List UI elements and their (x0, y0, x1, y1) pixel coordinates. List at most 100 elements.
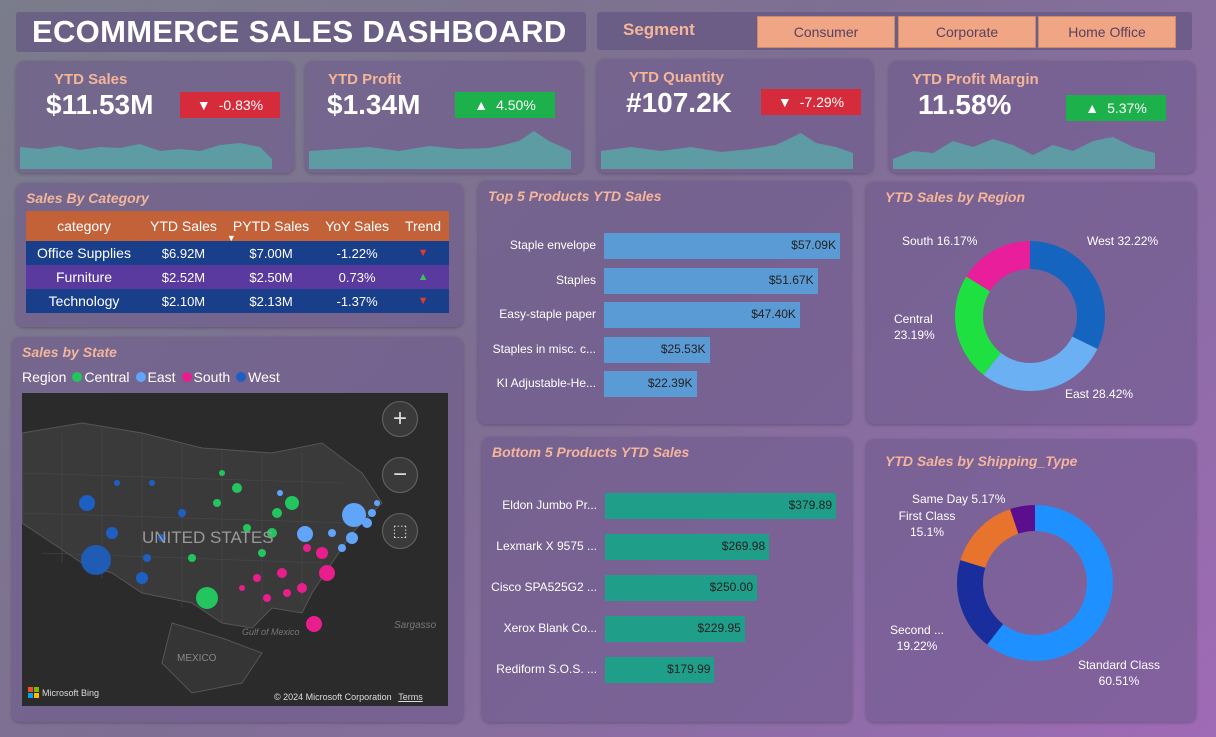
bar-row[interactable]: Staple envelope $57.09K (478, 233, 851, 259)
segment-home-office-button[interactable]: Home Office (1038, 16, 1176, 48)
bar-row[interactable]: Eldon Jumbo Pr... $379.89 (482, 493, 852, 519)
map-label-gulf: Gulf of Mexico (242, 627, 300, 637)
bar-value-label: $250.00 (709, 580, 754, 594)
arrow-up-icon: ▲ (474, 97, 489, 113)
kpi-value: #107.2K (626, 87, 732, 118)
segment-slicer: Segment Consumer Corporate Home Office (597, 12, 1192, 50)
label-standard-class: Standard Class 60.51% (1077, 658, 1161, 688)
bar[interactable]: $250.00 (605, 575, 758, 601)
map-zoom-in-button[interactable]: + (382, 401, 418, 437)
segment-consumer-button[interactable]: Consumer (757, 16, 895, 48)
label-central: Central 23.19% (894, 312, 935, 342)
sparkline (20, 143, 272, 169)
bar-row[interactable]: Rediform S.O.S. ... $179.99 (482, 657, 852, 683)
table-header-row: category YTD Sales PYTD Sales ▼ YoY Sales… (26, 211, 450, 243)
bar[interactable]: $229.95 (605, 616, 745, 642)
category-table: category YTD Sales PYTD Sales ▼ YoY Sales… (26, 211, 450, 313)
column-header-sorted[interactable]: PYTD Sales ▼ (224, 211, 318, 243)
column-header[interactable]: YTD Sales (142, 211, 225, 241)
legend-item-east[interactable]: East (135, 369, 176, 385)
bar-category-label: Staples in misc. c... (492, 341, 596, 356)
legend-item-central[interactable]: Central (72, 369, 130, 385)
segment-corporate-button[interactable]: Corporate (898, 16, 1036, 48)
kpi-value: 11.58% (918, 89, 1012, 120)
legend-item-south[interactable]: South (181, 369, 230, 385)
sparkline (601, 133, 853, 169)
bar[interactable]: $269.98 (605, 534, 770, 560)
bar-row[interactable]: Staples $51.67K (478, 267, 851, 294)
bar-row[interactable]: Xerox Blank Co... $229.95 (482, 616, 852, 642)
bar-row[interactable]: Staples in misc. c... $25.53K (478, 336, 851, 363)
map-terms-link[interactable]: Terms (398, 692, 423, 702)
region-legend: Region Central East South West (22, 369, 280, 385)
panel-title: Sales by State (22, 344, 117, 360)
kpi-value: $11.53M (46, 89, 154, 120)
bottom5-products-panel: Bottom 5 Products YTD Sales Eldon Jumbo … (482, 437, 852, 722)
bar-row[interactable]: Cisco SPA525G2 ... $250.00 (482, 575, 852, 601)
bing-logo: Microsoft Bing (28, 687, 99, 698)
kpi-change-badge: ▲ 5.37% (1066, 95, 1166, 121)
plus-icon: + (392, 405, 407, 432)
bar-value-label: $47.40K (751, 307, 796, 321)
column-header[interactable]: YoY Sales (317, 211, 398, 241)
arrow-down-icon: ▼ (196, 97, 211, 113)
kpi-label: YTD Quantity (629, 69, 725, 86)
donut-slice-west[interactable] (1030, 241, 1105, 349)
bar[interactable]: $179.99 (605, 657, 715, 683)
donut-slice-first-class[interactable] (960, 509, 1019, 568)
bar-row[interactable]: KI Adjustable-He... $22.39K (478, 371, 851, 397)
kpi-ytd-sales-card[interactable]: YTD Sales $11.53M ▼ -0.83% (16, 61, 294, 173)
arrow-down-icon: ▼ (777, 94, 792, 110)
column-header[interactable]: category (26, 211, 142, 241)
sales-map[interactable]: UNITED STATES MEXICO Gulf of Mexico Sarg… (22, 393, 448, 706)
sparkline (309, 131, 571, 169)
bar-value-label: $51.67K (768, 272, 814, 287)
legend-item-west[interactable]: West (236, 369, 280, 385)
table-row[interactable]: Technology $2.10M $2.13M -1.37% ▼ (26, 289, 450, 313)
donut-slice-central[interactable] (955, 276, 1001, 375)
sort-desc-icon: ▼ (226, 233, 236, 243)
table-row[interactable]: Furniture $2.52M $2.50M 0.73% ▲ (26, 265, 450, 289)
bar[interactable]: $22.39K (604, 371, 697, 397)
label-west: West 32.22% (1087, 234, 1159, 248)
bar-row[interactable]: Easy-staple paper $47.40K (478, 302, 851, 328)
kpi-change-badge: ▼ -7.29% (761, 89, 861, 115)
bar-category-label: Lexmark X 9575 ... (496, 539, 597, 553)
region-donut-chart[interactable] (866, 182, 1196, 424)
kpi-ytd-profit-card[interactable]: YTD Profit $1.34M ▲ 4.50% (305, 61, 583, 173)
map-label-sargasso: Sargasso (394, 620, 437, 631)
arrow-up-icon: ▲ (1085, 100, 1100, 116)
map-label-country: UNITED STATES (142, 528, 274, 547)
kpi-ytd-profit-margin-card[interactable]: YTD Profit Margin 11.58% ▲ 5.37% (889, 61, 1195, 173)
map-select-button[interactable]: ⬚ (382, 513, 418, 549)
top5-bar-chart: Staple envelope $57.09K Staples $51.67K Easy… (478, 233, 851, 423)
map-copyright: © 2024 Microsoft Corporation Terms (274, 692, 423, 702)
bar-value-label: $269.98 (721, 539, 766, 553)
sales-by-region-panel: YTD Sales by Region South 16.17% West 32… (866, 182, 1196, 424)
bar[interactable]: $25.53K (604, 336, 710, 363)
bar-value-label: $179.99 (667, 662, 711, 676)
bar[interactable]: $47.40K (604, 302, 800, 328)
bar-category-label: Easy-staple paper (499, 307, 596, 321)
label-east: East 28.42% (1065, 387, 1134, 401)
column-header[interactable]: Trend (397, 211, 450, 241)
label-same-day: Same Day 5.17% (912, 492, 1006, 506)
bar-value-label: $22.39K (647, 376, 693, 390)
kpi-value: $1.34M (327, 89, 421, 120)
kpi-label: YTD Profit (328, 71, 402, 88)
donut-slice-east[interactable] (983, 336, 1098, 391)
donut-slice-second-class[interactable] (957, 560, 1004, 645)
sales-by-state-panel: Sales by State Region Central East South… (12, 337, 463, 722)
bar-category-label: Eldon Jumbo Pr... (502, 498, 597, 512)
kpi-ytd-quantity-card[interactable]: YTD Quantity #107.2K ▼ -7.29% (597, 59, 873, 173)
map-label-mexico: MEXICO (177, 653, 217, 664)
bar[interactable]: $57.09K (604, 233, 840, 259)
map-zoom-out-button[interactable]: − (382, 457, 418, 493)
bar-row[interactable]: Lexmark X 9575 ... $269.98 (482, 534, 852, 560)
label-south: South 16.17% (902, 234, 978, 248)
table-row[interactable]: Office Supplies $6.92M $7.00M -1.22% ▼ (26, 241, 450, 265)
bar-value-label: $25.53K (660, 341, 706, 356)
bar[interactable]: $379.89 (605, 493, 836, 519)
bar-category-label: Staple envelope (509, 238, 596, 252)
bar[interactable]: $51.67K (604, 267, 818, 294)
